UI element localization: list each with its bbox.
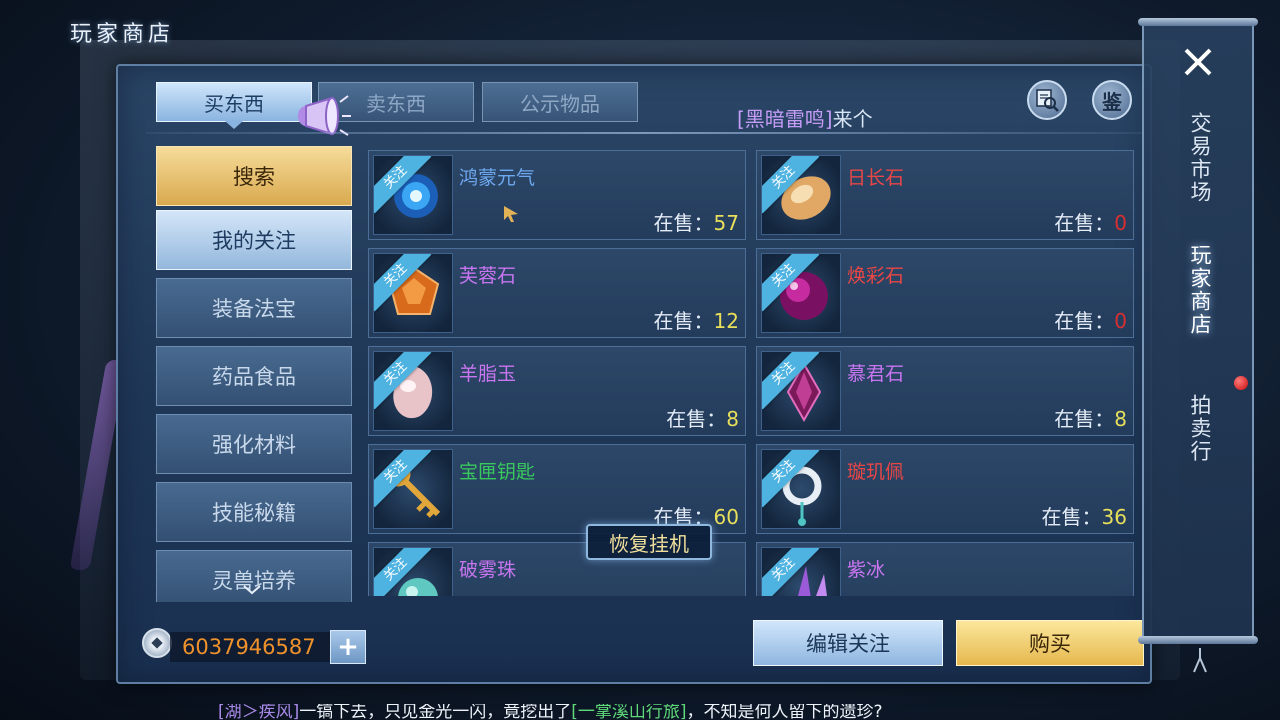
purple-orb-icon: 关注 [761, 253, 841, 333]
coin-icon [142, 628, 172, 658]
item-card[interactable]: 关注 鸿蒙元气 在售：57 [368, 150, 746, 240]
broadcast-text: 来个 [832, 107, 873, 131]
chat-ticker: [湖＞疾风]一镐下去，只见金光一闪，竟挖出了[一掌溪山行旅]，不知是何人留下的遗… [218, 704, 883, 720]
item-card[interactable]: 关注 日长石 在售：0 [756, 150, 1134, 240]
golden-key-icon: 关注 [373, 449, 453, 529]
item-card[interactable]: 关注 芙蓉石 在售：12 [368, 248, 746, 338]
category-equipment[interactable]: 装备法宝 [156, 278, 352, 338]
cursor-arrow-icon [502, 204, 522, 224]
item-name: 焕彩石 [847, 265, 905, 287]
notification-dot [1234, 376, 1248, 390]
item-card[interactable]: 关注 璇玑佩 在售：36 [756, 444, 1134, 534]
item-stock: 在售：8 [1054, 407, 1127, 431]
category-my-watchlist[interactable]: 我的关注 [156, 210, 352, 270]
orange-gem-icon: 关注 [373, 253, 453, 333]
item-name: 宝匣钥匙 [459, 461, 536, 483]
item-name: 紫冰 [847, 559, 886, 581]
side-nav-market[interactable]: 交易市场 [1186, 112, 1214, 204]
search-icon[interactable] [1027, 80, 1067, 120]
sunstone-icon: 关注 [761, 155, 841, 235]
item-name: 璇玑佩 [847, 461, 905, 483]
restore-idle-button[interactable]: 恢复挂机 [586, 524, 712, 560]
white-jade-icon: 关注 [373, 351, 453, 431]
item-stock: 在售：8 [666, 407, 739, 431]
scroll-rod-bottom [1138, 636, 1258, 644]
jade-pendant-icon: 关注 [761, 449, 841, 529]
megaphone-icon[interactable] [296, 94, 352, 136]
item-stock: 在售：57 [653, 211, 739, 235]
item-name: 羊脂玉 [459, 363, 517, 385]
item-stock: 在售：12 [653, 309, 739, 333]
category-search[interactable]: 搜索 [156, 146, 352, 206]
category-medicine-food[interactable]: 药品食品 [156, 346, 352, 406]
close-icon[interactable] [1180, 44, 1216, 80]
category-list: 搜索 我的关注 装备法宝 药品食品 强化材料 技能秘籍 灵兽培养 [156, 146, 356, 602]
item-card[interactable]: 关注 紫冰 [756, 542, 1134, 596]
item-name: 日长石 [847, 167, 905, 189]
item-name: 鸿蒙元气 [459, 167, 536, 189]
broadcast-user[interactable]: [黑暗雷鸣] [737, 107, 833, 131]
broadcast-message: [黑暗雷鸣]来个 [737, 103, 873, 132]
appraise-button[interactable]: 鉴 [1092, 80, 1132, 120]
header-divider [146, 132, 1144, 134]
teal-pearl-icon: 关注 [373, 547, 453, 596]
purple-ice-icon: 关注 [761, 547, 841, 596]
edit-watchlist-button[interactable]: 编辑关注 [753, 620, 943, 666]
item-stock: 在售：36 [1041, 505, 1127, 529]
page-title: 玩家商店 [70, 22, 175, 47]
tab-buy[interactable]: 买东西 [156, 82, 312, 129]
item-grid: 关注 鸿蒙元气 在售：57 关注 日长石 在售：0 关注 芙蓉石 在售：12 关… [368, 148, 1134, 596]
purple-crystal-icon: 关注 [761, 351, 841, 431]
add-currency-button[interactable]: + [330, 630, 366, 664]
scroll-rod-top [1138, 18, 1258, 26]
item-stock: 在售：0 [1054, 309, 1127, 333]
item-card[interactable]: 关注 焕彩石 在售：0 [756, 248, 1134, 338]
side-nav-player-shop[interactable]: 玩家商店 [1186, 244, 1214, 336]
buy-button[interactable]: 购买 [956, 620, 1144, 666]
tassel-icon [1186, 646, 1214, 674]
item-card[interactable]: 关注 羊脂玉 在售：8 [368, 346, 746, 436]
category-enhance-material[interactable]: 强化材料 [156, 414, 352, 474]
item-name: 破雾珠 [459, 559, 517, 581]
blue-vortex-icon: 关注 [373, 155, 453, 235]
item-stock: 在售：0 [1054, 211, 1127, 235]
item-name: 芙蓉石 [459, 265, 517, 287]
category-skill-book[interactable]: 技能秘籍 [156, 482, 352, 542]
side-nav-auction[interactable]: 拍卖行 [1186, 394, 1214, 463]
item-card[interactable]: 关注 慕君石 在售：8 [756, 346, 1134, 436]
chevron-down-icon[interactable] [242, 584, 262, 596]
item-name: 慕君石 [847, 363, 905, 385]
tab-public-items[interactable]: 公示物品 [482, 82, 638, 122]
item-card[interactable]: 关注 宝匣钥匙 在售：60 [368, 444, 746, 534]
currency-amount: 6037946587 [170, 632, 330, 662]
